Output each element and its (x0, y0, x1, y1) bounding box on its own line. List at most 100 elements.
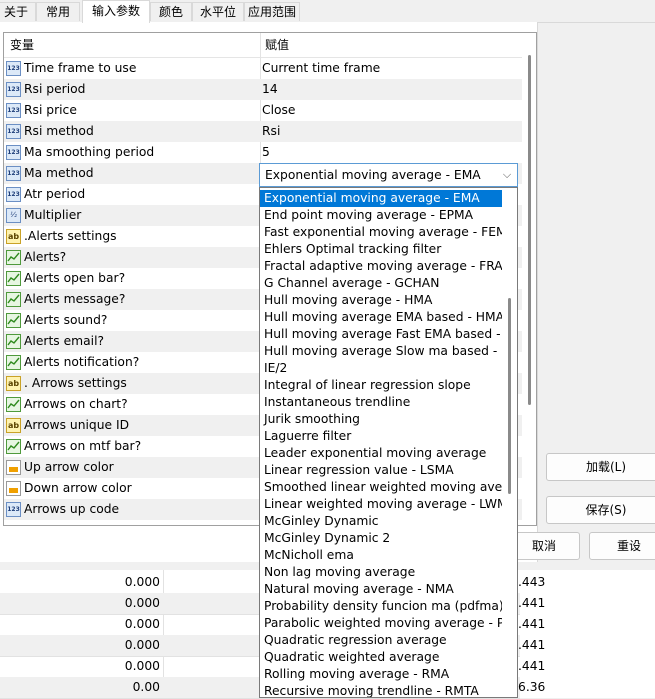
tab-levels[interactable]: 水平位 (192, 2, 244, 21)
integer-param-icon: 123 (6, 166, 21, 181)
param-name: Alerts open bar? (24, 271, 126, 285)
tab-about[interactable]: 关于 (0, 2, 36, 21)
dropdown-option[interactable]: Exponential moving average - EMA (260, 190, 502, 207)
param-name: Arrows unique ID (24, 418, 130, 432)
param-value[interactable]: Rsi (262, 121, 280, 142)
dropdown-option[interactable]: Integral of linear regression slope (260, 377, 502, 394)
dropdown-scrollbar[interactable] (503, 188, 517, 697)
dropdown-option[interactable]: Linear weighted moving average - LWMA (260, 496, 502, 513)
table-row[interactable]: 123 Ma smoothing period 5 (4, 142, 522, 163)
reset-button[interactable]: 重设 (589, 532, 655, 560)
grid-value: 0.000 (124, 575, 160, 589)
grid-value-right: .443 (518, 575, 546, 589)
chevron-down-icon[interactable]: ⌵ (500, 164, 514, 186)
dropdown-option[interactable]: IE/2 (260, 360, 502, 377)
dropdown-option[interactable]: G Channel average - GCHAN (260, 275, 502, 292)
integer-param-icon: 123 (6, 145, 21, 160)
param-name: Time frame to use (24, 61, 137, 75)
param-name: Ma smoothing period (24, 145, 155, 159)
grid-value: 0.000 (124, 638, 160, 652)
grid-value-right: .441 (518, 596, 546, 610)
boolean-param-icon (6, 334, 21, 349)
dropdown-option[interactable]: Non lag moving average (260, 564, 502, 581)
dropdown-option[interactable]: Jurik smoothing (260, 411, 502, 428)
dropdown-option[interactable]: Hull moving average Fast EMA based - H (260, 326, 502, 343)
dropdown-option[interactable]: Probability density funcion ma (pdfma) (260, 598, 502, 615)
dropdown-option[interactable]: Natural moving average - NMA (260, 581, 502, 598)
param-name: Rsi price (24, 103, 77, 117)
dropdown-scrollbar-thumb[interactable] (508, 298, 511, 494)
dropdown-option[interactable]: Recursive moving trendline - RMTA (260, 683, 502, 697)
dropdown-option[interactable]: Hull moving average - HMA (260, 292, 502, 309)
param-name: .Alerts settings (24, 229, 117, 243)
dropdown-option[interactable]: McGinley Dynamic (260, 513, 502, 530)
boolean-param-icon (6, 313, 21, 328)
dropdown-option[interactable]: Rolling moving average - RMA (260, 666, 502, 683)
column-header-variable[interactable]: 变量 (10, 33, 34, 57)
boolean-param-icon (6, 271, 21, 286)
grid-value-right: 6.36 (518, 680, 546, 694)
tab-common[interactable]: 常用 (36, 2, 80, 21)
dropdown-option[interactable]: Laguerre filter (260, 428, 502, 445)
boolean-param-icon (6, 292, 21, 307)
dropdown-option[interactable]: McNicholl ema (260, 547, 502, 564)
tab-bar: 关于 常用 输入参数 颜色 水平位 应用范围 (0, 0, 655, 23)
param-name: Up arrow color (24, 460, 114, 474)
color-param-icon (6, 481, 21, 496)
param-value[interactable]: Current time frame (262, 58, 380, 79)
param-name: Alerts email? (24, 334, 105, 348)
grid-value: 0.000 (124, 596, 160, 610)
save-button[interactable]: 保存(S) (546, 496, 655, 524)
dropdown-option[interactable]: Ehlers Optimal tracking filter (260, 241, 502, 258)
boolean-param-icon (6, 439, 21, 454)
param-name: Multiplier (24, 208, 82, 222)
tab-scope[interactable]: 应用范围 (244, 2, 300, 21)
dropdown-option[interactable]: End point moving average - EPMA (260, 207, 502, 224)
param-name: Ma method (24, 166, 94, 180)
dropdown-option[interactable]: Quadratic weighted average (260, 649, 502, 666)
double-param-icon: ½ (6, 208, 21, 223)
table-scrollbar-thumb[interactable] (528, 55, 531, 405)
dropdown-option[interactable]: Instantaneous trendline (260, 394, 502, 411)
table-row[interactable]: 123 Rsi method Rsi (4, 121, 522, 142)
ma-method-selected-value: Exponential moving average - EMA (265, 168, 481, 182)
dropdown-option[interactable]: Hull moving average EMA based - HMAe (260, 309, 502, 326)
cancel-button[interactable]: 取消 (508, 532, 580, 560)
param-name: Alerts notification? (24, 355, 140, 369)
dropdown-option[interactable]: Linear regression value - LSMA (260, 462, 502, 479)
ma-method-combobox[interactable]: Exponential moving average - EMA ⌵ (259, 163, 518, 187)
load-button[interactable]: 加载(L) (546, 453, 655, 481)
param-name: Arrows up code (24, 502, 120, 516)
table-scrollbar[interactable] (522, 33, 536, 525)
table-row[interactable]: 123 Rsi period 14 (4, 79, 522, 100)
dropdown-option[interactable]: Hull moving average Slow ma based - HI (260, 343, 502, 360)
dropdown-option[interactable]: Quadratic regression average (260, 632, 502, 649)
dropdown-option[interactable]: Fractal adaptive moving average - FRAMA (260, 258, 502, 275)
param-value[interactable]: 14 (262, 79, 278, 100)
integer-param-icon: 123 (6, 103, 21, 118)
dropdown-option[interactable]: Parabolic weighted moving average - PW (260, 615, 502, 632)
table-row[interactable]: 123 Time frame to use Current time frame (4, 58, 522, 79)
dropdown-option[interactable]: Smoothed linear weighted moving avera (260, 479, 502, 496)
dropdown-option[interactable]: McGinley Dynamic 2 (260, 530, 502, 547)
param-value[interactable]: Close (262, 100, 296, 121)
param-name: Atr period (24, 187, 86, 201)
param-name: Arrows on chart? (24, 397, 128, 411)
dropdown-option[interactable]: Leader exponential moving average (260, 445, 502, 462)
param-name: Rsi period (24, 82, 86, 96)
column-header-value[interactable]: 赋值 (265, 33, 289, 57)
tab-inputs[interactable]: 输入参数 (82, 0, 150, 23)
grid-value: 0.00 (132, 680, 160, 694)
integer-param-icon: 123 (6, 187, 21, 202)
color-param-icon (6, 460, 21, 475)
param-name: Alerts sound? (24, 313, 108, 327)
param-value[interactable]: 5 (262, 142, 270, 163)
integer-param-icon: 123 (6, 61, 21, 76)
string-param-icon: ab (6, 418, 21, 433)
dropdown-option[interactable]: Fast exponential moving average - FEMA (260, 224, 502, 241)
ma-method-dropdown-list: Exponential moving average - EMA End poin… (259, 187, 518, 698)
boolean-param-icon (6, 355, 21, 370)
table-row[interactable]: 123 Rsi price Close (4, 100, 522, 121)
boolean-param-icon (6, 397, 21, 412)
tab-colors[interactable]: 颜色 (150, 2, 192, 21)
